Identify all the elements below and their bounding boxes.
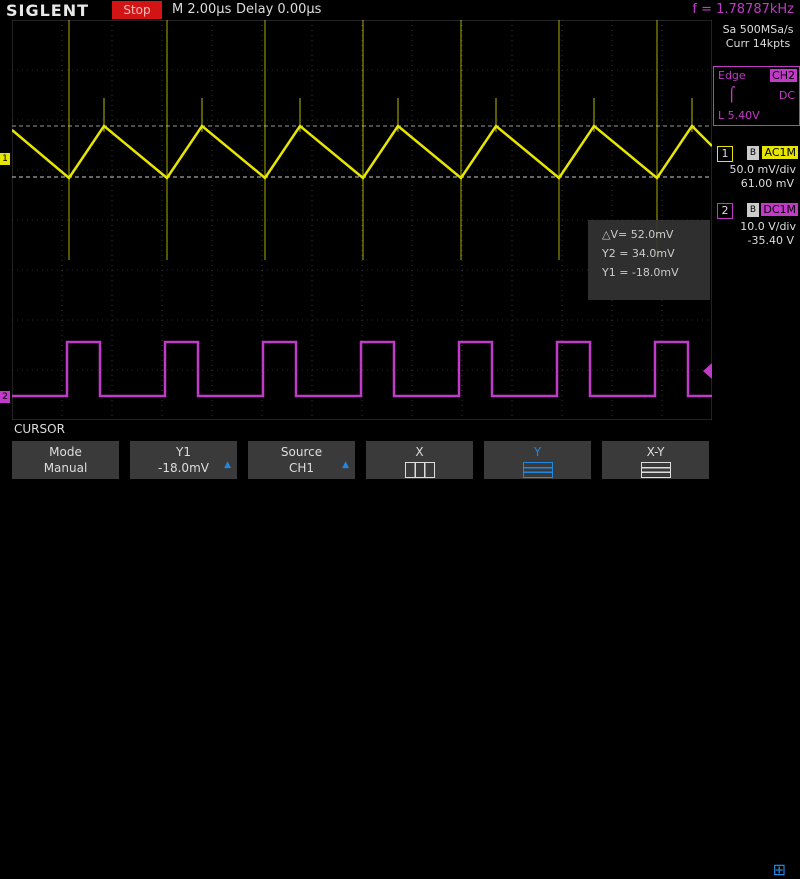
softkey-y1-value: -18.0mV xyxy=(158,461,209,475)
softkey-y1[interactable]: Y1 -18.0mV ▲ xyxy=(130,441,237,479)
softkey-source[interactable]: Source CH1 ▲ xyxy=(248,441,355,479)
ch2-coupling: DC1M xyxy=(761,203,798,216)
ch1-ground-marker[interactable]: 1 xyxy=(0,153,10,165)
ch2-number: 2 xyxy=(717,203,733,219)
menu-title: CURSOR xyxy=(14,422,65,436)
softkey-xy[interactable]: X-Y xyxy=(602,441,709,479)
acquisition-info: Sa 500MSa/s Curr 14kpts xyxy=(716,23,800,51)
trigger-panel[interactable]: Edge CH2 ⌠ DC L 5.40V xyxy=(713,66,800,126)
top-status-bar: SIGLENT Stop M 2.00μs Delay 0.00μs f = 1… xyxy=(0,0,800,20)
ch2-offset: -35.40 V xyxy=(747,234,794,247)
ch1-offset: 61.00 mV xyxy=(740,177,794,190)
softkey-source-label: Source xyxy=(280,445,323,459)
cursor-y1: Y1 = -18.0mV xyxy=(602,266,679,279)
sample-rate: Sa 500MSa/s xyxy=(722,23,794,36)
softkey-source-value: CH1 xyxy=(288,461,315,475)
softkey-mode-value: Manual xyxy=(43,461,88,475)
xy-cursor-icon xyxy=(640,462,671,478)
softkey-x[interactable]: X xyxy=(366,441,473,479)
softkey-mode[interactable]: Mode Manual xyxy=(12,441,119,479)
softkey-y[interactable]: Y xyxy=(484,441,591,479)
network-icon: ⊞ xyxy=(772,860,786,879)
softkey-y1-label: Y1 xyxy=(176,445,191,459)
ch1-number: 1 xyxy=(717,146,733,162)
softkey-mode-label: Mode xyxy=(49,445,82,459)
cursor-y2: Y2 = 34.0mV xyxy=(602,247,675,260)
ch2-info-panel[interactable]: 2 B DC1M 10.0 V/div -35.40 V xyxy=(713,201,800,251)
x-cursor-icon xyxy=(404,462,435,478)
cursor-delta-v: △V= 52.0mV xyxy=(602,228,674,241)
memory-depth: Curr 14kpts xyxy=(725,37,791,50)
brand-logo: SIGLENT xyxy=(6,1,90,20)
adjust-up-icon: ▲ xyxy=(224,460,231,470)
adjust-up-icon: ▲ xyxy=(342,460,349,470)
softkey-bar: CURSOR Mode Manual Y1 -18.0mV ▲ Source C… xyxy=(0,420,800,879)
softkey-xy-label: X-Y xyxy=(646,445,665,459)
ch2-bw-limit: B xyxy=(747,203,759,217)
trigger-type: Edge xyxy=(718,69,746,82)
trigger-level: L 5.40V xyxy=(718,109,760,122)
timebase-readout[interactable]: M 2.00μs xyxy=(172,2,231,17)
ch1-coupling: AC1M xyxy=(762,146,798,159)
frequency-readout: f = 1.78787kHz xyxy=(692,2,794,17)
delay-readout[interactable]: Delay 0.00μs xyxy=(236,2,321,17)
cursor-readout-panel: △V= 52.0mV Y2 = 34.0mV Y1 = -18.0mV xyxy=(588,220,710,300)
ch2-scale: 10.0 V/div xyxy=(740,220,796,233)
softkey-x-label: X xyxy=(415,445,424,459)
trigger-level-marker[interactable] xyxy=(703,363,712,379)
ch2-ground-marker[interactable]: 2 xyxy=(0,391,10,403)
rising-edge-icon: ⌠ xyxy=(728,87,736,103)
run-stop-indicator[interactable]: Stop xyxy=(112,1,162,19)
ch1-scale: 50.0 mV/div xyxy=(729,163,796,176)
trigger-coupling: DC xyxy=(778,89,795,102)
y-cursor-icon xyxy=(522,462,553,478)
softkey-y-label: Y xyxy=(533,445,542,459)
ch1-info-panel[interactable]: 1 B AC1M 50.0 mV/div 61.00 mV xyxy=(713,144,800,194)
trigger-source: CH2 xyxy=(770,69,797,82)
ch1-bw-limit: B xyxy=(747,146,759,160)
